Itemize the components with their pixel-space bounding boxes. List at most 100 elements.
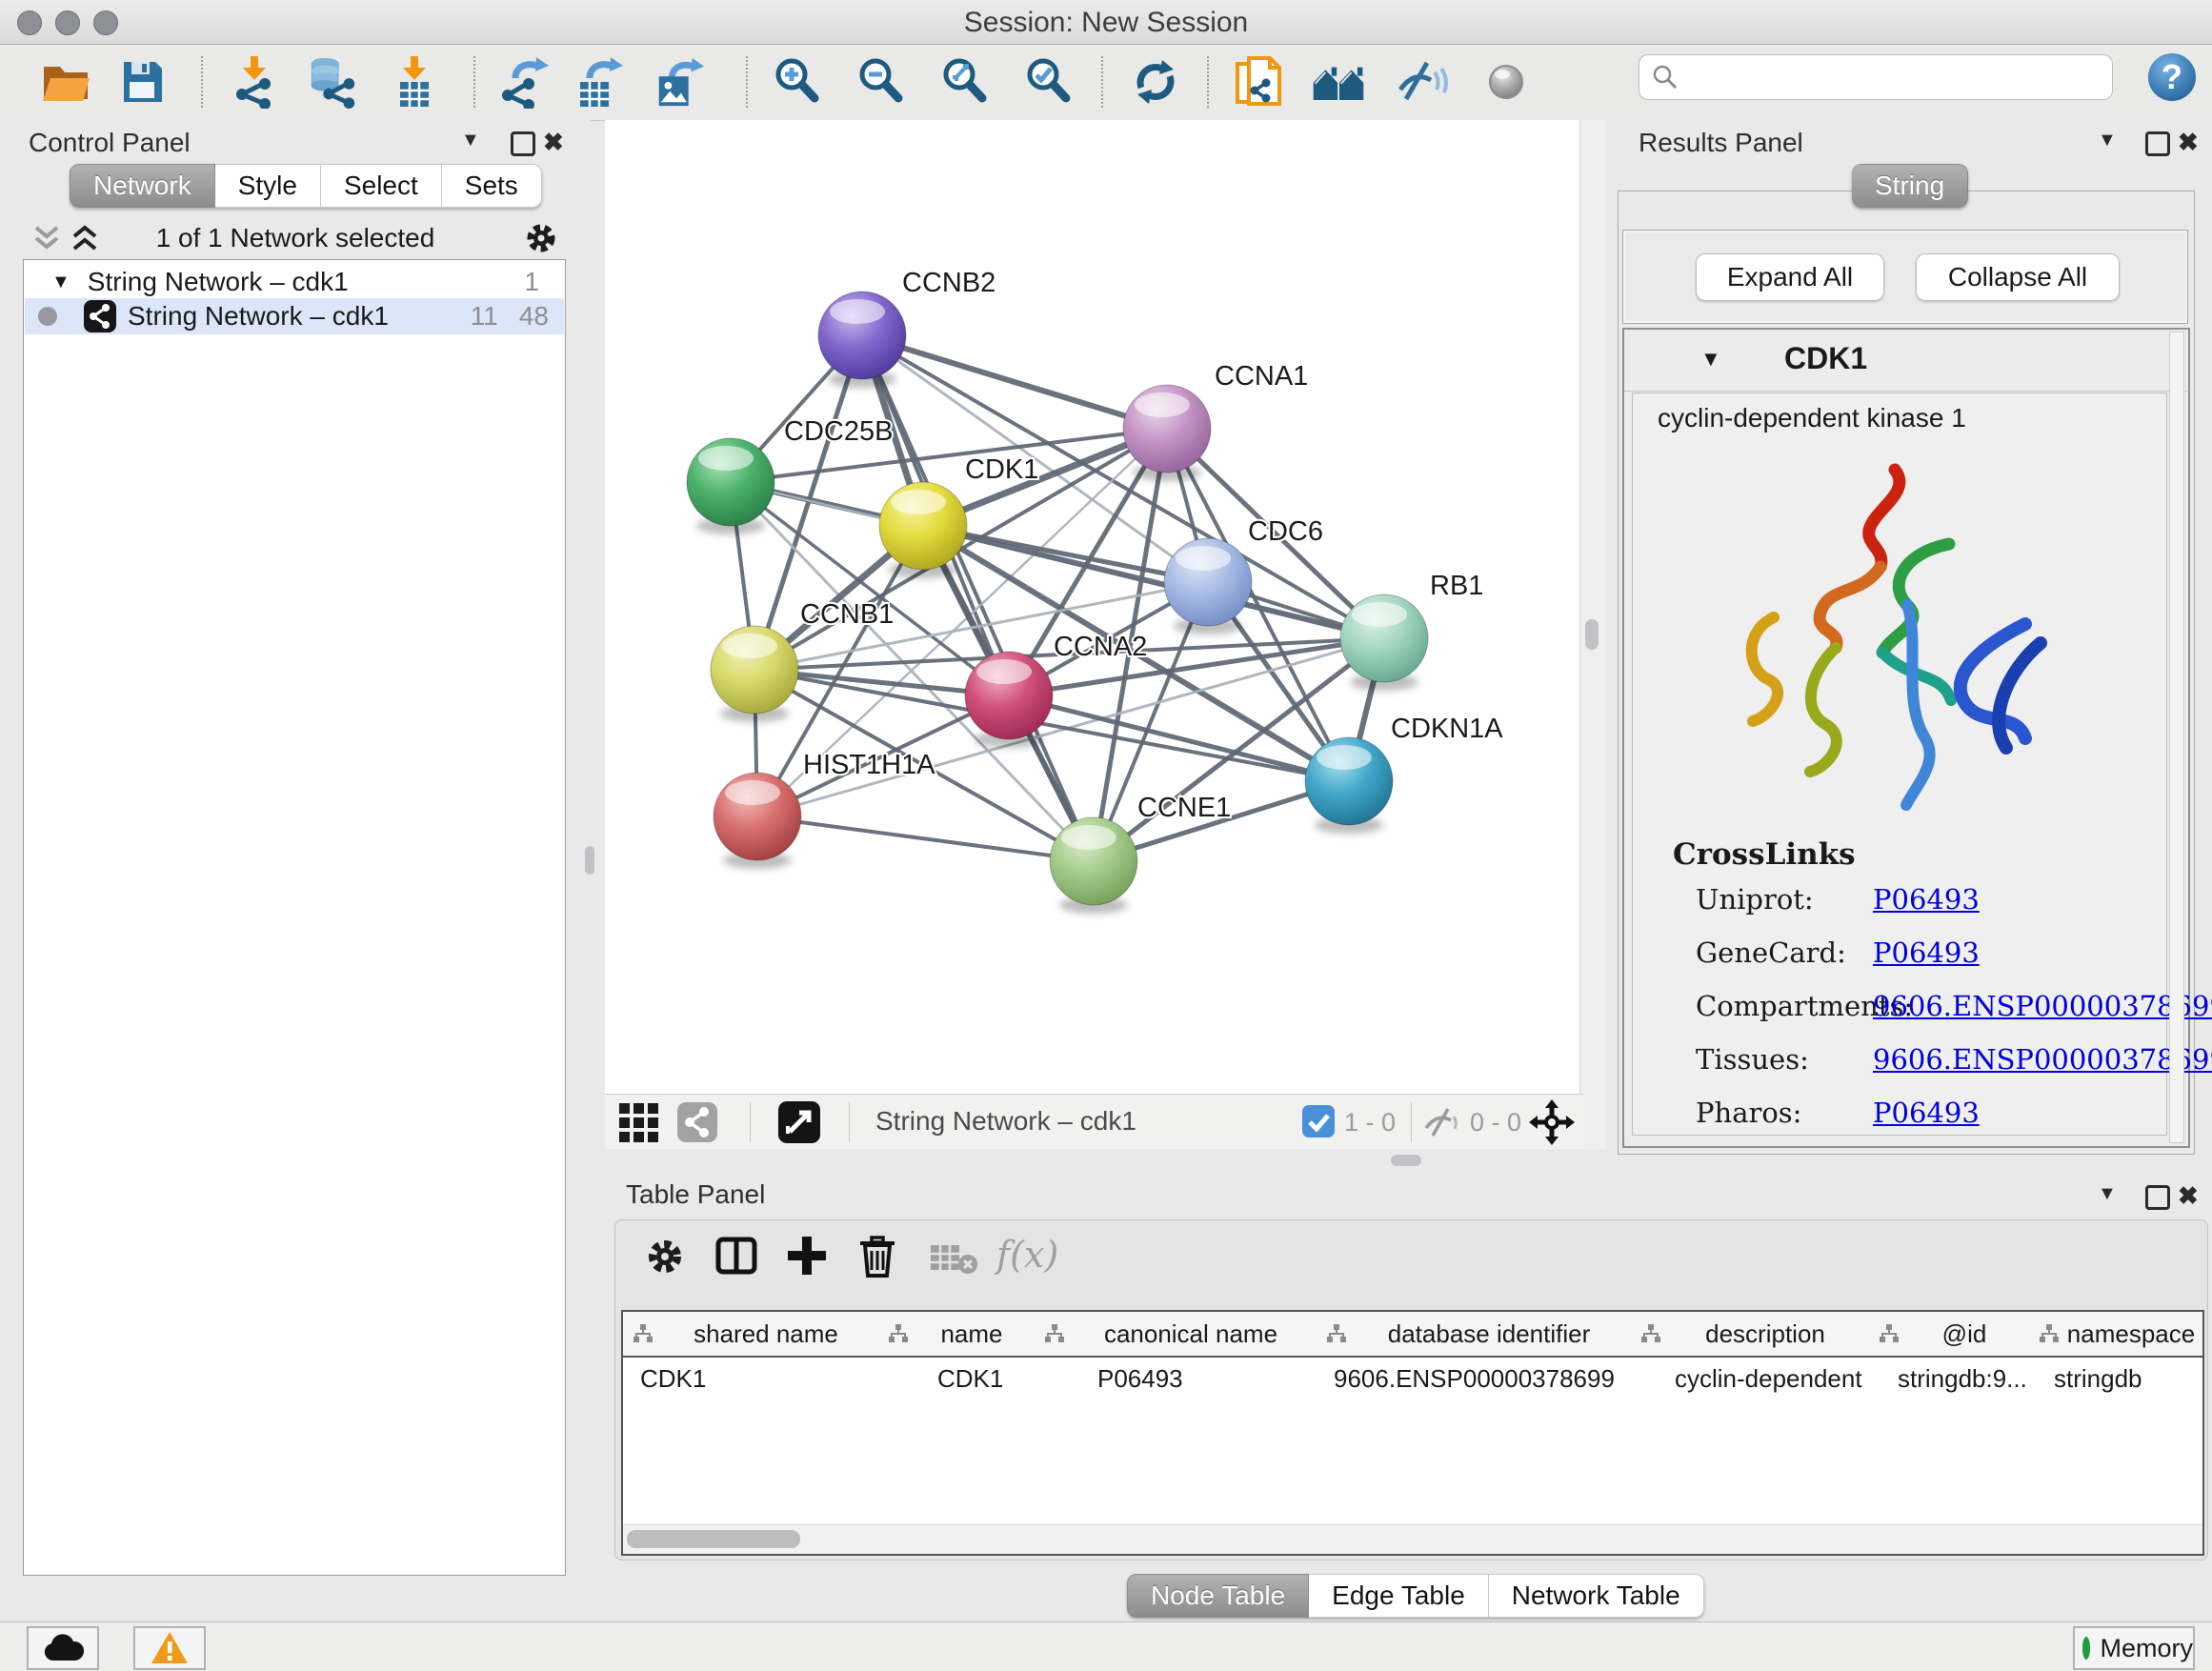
- create-column-plus-icon[interactable]: [785, 1234, 829, 1278]
- node-label: CCNE1: [1137, 793, 1231, 823]
- horizontal-splitter[interactable]: [605, 1149, 1606, 1174]
- save-session-button[interactable]: [114, 54, 170, 110]
- right-splitter-handle[interactable]: [1585, 619, 1599, 650]
- column-header-shared-name[interactable]: shared name: [623, 1312, 879, 1356]
- crosslink-genecard-link[interactable]: P06493: [1873, 936, 1980, 969]
- hidden-node-edge-counts: 0 - 0: [1470, 1108, 1521, 1137]
- tab-network[interactable]: Network: [70, 164, 215, 208]
- results-scrollbar-track[interactable]: [2169, 332, 2184, 1143]
- search-input[interactable]: [1687, 62, 2112, 93]
- cloud-status-button[interactable]: [27, 1626, 99, 1670]
- network-canvas[interactable]: CCNB2CCNA1CDC25BCDK1CDC6RB1CCNB1CCNA2CDK…: [605, 120, 1579, 1094]
- network-edge-CCNB2-CCNA1[interactable]: [862, 335, 1167, 429]
- table-hscrollbar-thumb[interactable]: [627, 1530, 800, 1548]
- crosslink-uniprot-link[interactable]: P06493: [1873, 883, 1980, 916]
- tree-expand-caret-icon[interactable]: ▼: [51, 272, 70, 293]
- entry-collapse-caret-icon[interactable]: ▼: [1700, 347, 1721, 372]
- toolbar-separator: [1207, 56, 1209, 108]
- export-image-button[interactable]: [652, 54, 707, 110]
- column-header-name[interactable]: name: [878, 1312, 1036, 1356]
- network-collection-row[interactable]: ▼ String Network – cdk1 1: [25, 264, 564, 300]
- network-edge-HIST1H1A-CCNE1[interactable]: [757, 816, 1094, 861]
- table-cell[interactable]: 9606.ENSP00000378699: [1317, 1358, 1631, 1399]
- grid-view-icon[interactable]: [618, 1102, 662, 1142]
- tab-string-results[interactable]: String: [1852, 164, 1968, 208]
- network-row-selected[interactable]: String Network – cdk1 11 48: [25, 298, 564, 334]
- warnings-button[interactable]: [133, 1626, 206, 1670]
- expand-all-button[interactable]: Expand All: [1696, 253, 1884, 301]
- table-cell[interactable]: P06493: [1035, 1358, 1317, 1399]
- panel-float-icon[interactable]: [2145, 131, 2170, 156]
- zoom-fit-button[interactable]: [937, 54, 993, 110]
- crosslink-compartments-link[interactable]: 9606.ENSP00000378699: [1873, 990, 2212, 1022]
- apply-layout-button[interactable]: [1128, 54, 1183, 110]
- selected-checkbox-icon[interactable]: [1302, 1105, 1335, 1137]
- expand-all-icon[interactable]: [70, 225, 99, 252]
- export-network-button[interactable]: [497, 54, 553, 110]
- crosslink-pharos-link[interactable]: P06493: [1873, 1097, 1980, 1129]
- network-node-CCNA1[interactable]: CCNA1: [1116, 361, 1308, 481]
- tab-network-table[interactable]: Network Table: [1489, 1574, 1704, 1618]
- panel-menu-caret-icon[interactable]: ▼: [2098, 130, 2117, 151]
- crosslink-tissues-link[interactable]: 9606.ENSP00000378699: [1873, 1043, 2212, 1076]
- panel-close-icon[interactable]: ✖: [543, 128, 564, 157]
- column-header-namespace[interactable]: namespace: [2029, 1312, 2202, 1356]
- collapse-all-icon[interactable]: [32, 225, 61, 252]
- tab-sets[interactable]: Sets: [442, 164, 542, 208]
- navigator-crosshair-icon[interactable]: [1529, 1099, 1575, 1145]
- import-table-button[interactable]: [387, 54, 442, 110]
- collapse-all-button[interactable]: Collapse All: [1916, 253, 2120, 301]
- table-options-gear-icon[interactable]: [644, 1236, 686, 1278]
- panel-float-icon[interactable]: [2145, 1185, 2170, 1210]
- export-image-icon: [652, 55, 707, 109]
- help-button[interactable]: ?: [2145, 50, 2199, 109]
- string-home-button[interactable]: [1311, 54, 1366, 110]
- network-options-gear-icon[interactable]: [524, 221, 558, 255]
- memory-status-button[interactable]: Memory: [2073, 1626, 2195, 1670]
- table-cell[interactable]: stringdb:9...: [1869, 1358, 2029, 1399]
- string-view-badge-icon[interactable]: [677, 1102, 717, 1142]
- tab-edge-table[interactable]: Edge Table: [1309, 1574, 1489, 1618]
- network-node-CDKN1A[interactable]: CDKN1A: [1305, 714, 1503, 834]
- delete-column-trash-icon[interactable]: [855, 1232, 899, 1279]
- network-node-CCNE1[interactable]: CCNE1: [1049, 793, 1231, 914]
- left-splitter-handle[interactable]: [585, 846, 594, 875]
- zoom-selected-icon: [1022, 55, 1076, 109]
- table-cell[interactable]: stringdb: [2029, 1358, 2202, 1399]
- column-header-id[interactable]: @id: [1869, 1312, 2030, 1356]
- clone-network-button[interactable]: [1231, 54, 1286, 110]
- table-cell[interactable]: cyclin-dependent ...: [1631, 1358, 1869, 1399]
- panel-menu-caret-icon[interactable]: ▼: [461, 130, 480, 151]
- open-in-new-window-icon[interactable]: [778, 1101, 820, 1143]
- import-network-from-database-button[interactable]: [305, 54, 360, 110]
- hide-enhanced-labels-button[interactable]: [1395, 54, 1450, 110]
- table-cell[interactable]: CDK1: [623, 1358, 878, 1399]
- export-table-button[interactable]: [572, 54, 627, 110]
- panel-menu-caret-icon[interactable]: ▼: [2098, 1183, 2117, 1205]
- table-hscrollbar-track[interactable]: [623, 1524, 2202, 1554]
- show-glass-ball-button[interactable]: [1478, 54, 1534, 110]
- zoom-out-button[interactable]: [854, 54, 909, 110]
- network-node-HIST1H1A[interactable]: HIST1H1A: [688, 750, 936, 869]
- memory-label: Memory: [2100, 1634, 2193, 1663]
- column-header-description[interactable]: description: [1631, 1312, 1870, 1356]
- panel-float-icon[interactable]: [511, 131, 535, 156]
- panel-close-icon[interactable]: ✖: [2178, 128, 2199, 157]
- bottom-splitter-handle[interactable]: [1391, 1155, 1421, 1166]
- network-node-RB1[interactable]: RB1: [1340, 571, 1483, 691]
- viewbar-separator: [849, 1102, 850, 1142]
- tab-select[interactable]: Select: [321, 164, 442, 208]
- table-cell[interactable]: CDK1: [878, 1358, 1035, 1399]
- import-network-button[interactable]: [227, 54, 282, 110]
- column-header-canonical-name[interactable]: canonical name: [1035, 1312, 1317, 1356]
- show-columns-icon[interactable]: [714, 1234, 758, 1278]
- panel-close-icon[interactable]: ✖: [2178, 1181, 2199, 1211]
- zoom-in-button[interactable]: [770, 54, 825, 110]
- network-edge-CCNB2-CCNE1[interactable]: [862, 335, 1094, 861]
- tab-style[interactable]: Style: [215, 164, 321, 208]
- column-header-database-identifier[interactable]: database identifier: [1317, 1312, 1632, 1356]
- open-session-button[interactable]: [38, 54, 93, 110]
- tab-node-table[interactable]: Node Table: [1127, 1574, 1309, 1618]
- result-entry-header[interactable]: ▼ CDK1: [1624, 330, 2188, 392]
- zoom-selected-button[interactable]: [1021, 54, 1076, 110]
